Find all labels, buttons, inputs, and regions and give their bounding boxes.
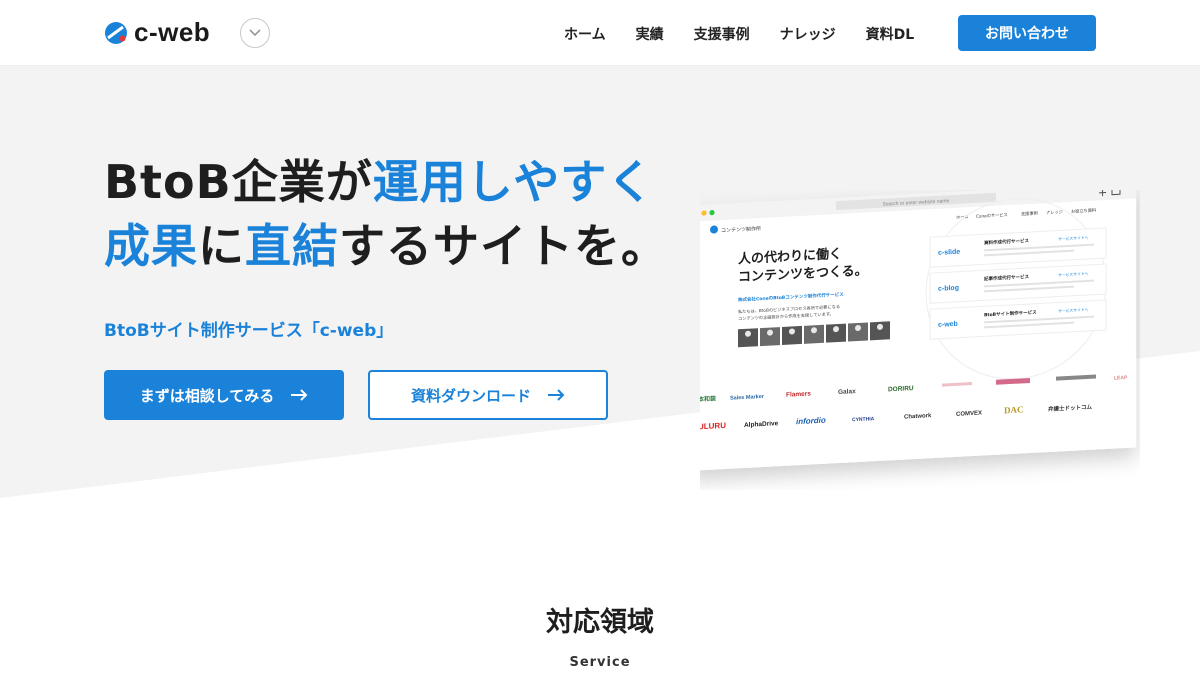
svg-text:DAC: DAC: [1004, 404, 1023, 415]
logo-dropdown-button[interactable]: [240, 18, 270, 48]
headline-line2: 成果に直結するサイトを。: [104, 219, 668, 273]
nav-knowledge[interactable]: ナレッジ: [780, 24, 836, 44]
svg-text:c-slide: c-slide: [938, 249, 960, 257]
svg-text:c-blog: c-blog: [938, 285, 959, 293]
svg-text:ULURU: ULURU: [700, 421, 726, 431]
svg-text:infordio: infordio: [796, 416, 826, 427]
site-logo[interactable]: c-web: [104, 17, 210, 48]
headline-line1: BtoB企業が運用しやすく: [104, 155, 655, 209]
svg-text:+: +: [1098, 190, 1107, 199]
chevron-down-icon: [249, 29, 261, 37]
hero-subtitle: BtoBサイト制作サービス「c-web」: [104, 321, 394, 341]
arrow-right-icon: [291, 389, 308, 401]
arrow-right-icon: [548, 389, 565, 401]
svg-text:Galax: Galax: [838, 388, 856, 396]
download-button[interactable]: 資料ダウンロード: [368, 370, 608, 420]
logo-text: c-web: [134, 17, 211, 47]
contact-button[interactable]: お問い合わせ: [958, 15, 1096, 51]
consult-button[interactable]: まずは相談してみる: [104, 370, 344, 420]
logo-mark-icon: [105, 21, 127, 44]
svg-text:Flamers: Flamers: [786, 390, 811, 398]
svg-text:DORIRU: DORIRU: [888, 385, 914, 393]
nav-download[interactable]: 資料DL: [866, 24, 915, 44]
hero-headline: BtoB企業が運用しやすく 成果に直結するサイトを。: [104, 150, 668, 278]
section-title: 対応領域: [546, 607, 654, 638]
nav-cases[interactable]: 支援事例: [694, 24, 750, 44]
section-subtitle: Service: [569, 655, 631, 670]
nav-home[interactable]: ホーム: [564, 24, 606, 44]
main-nav: ホーム 実績 支援事例 ナレッジ 資料DL: [564, 24, 944, 44]
svg-text:LEAP: LEAP: [1114, 375, 1128, 382]
nav-works[interactable]: 実績: [636, 24, 664, 44]
svg-text:c-web: c-web: [938, 321, 958, 329]
site-header: c-web ホーム 実績 支援事例 ナレッジ 資料DL お問い合わせ: [0, 0, 1200, 66]
svg-text:CYNTHIA: CYNTHIA: [852, 416, 875, 423]
site-preview-image: Search or enter website name + コンテンツ制作所 …: [700, 190, 1136, 471]
